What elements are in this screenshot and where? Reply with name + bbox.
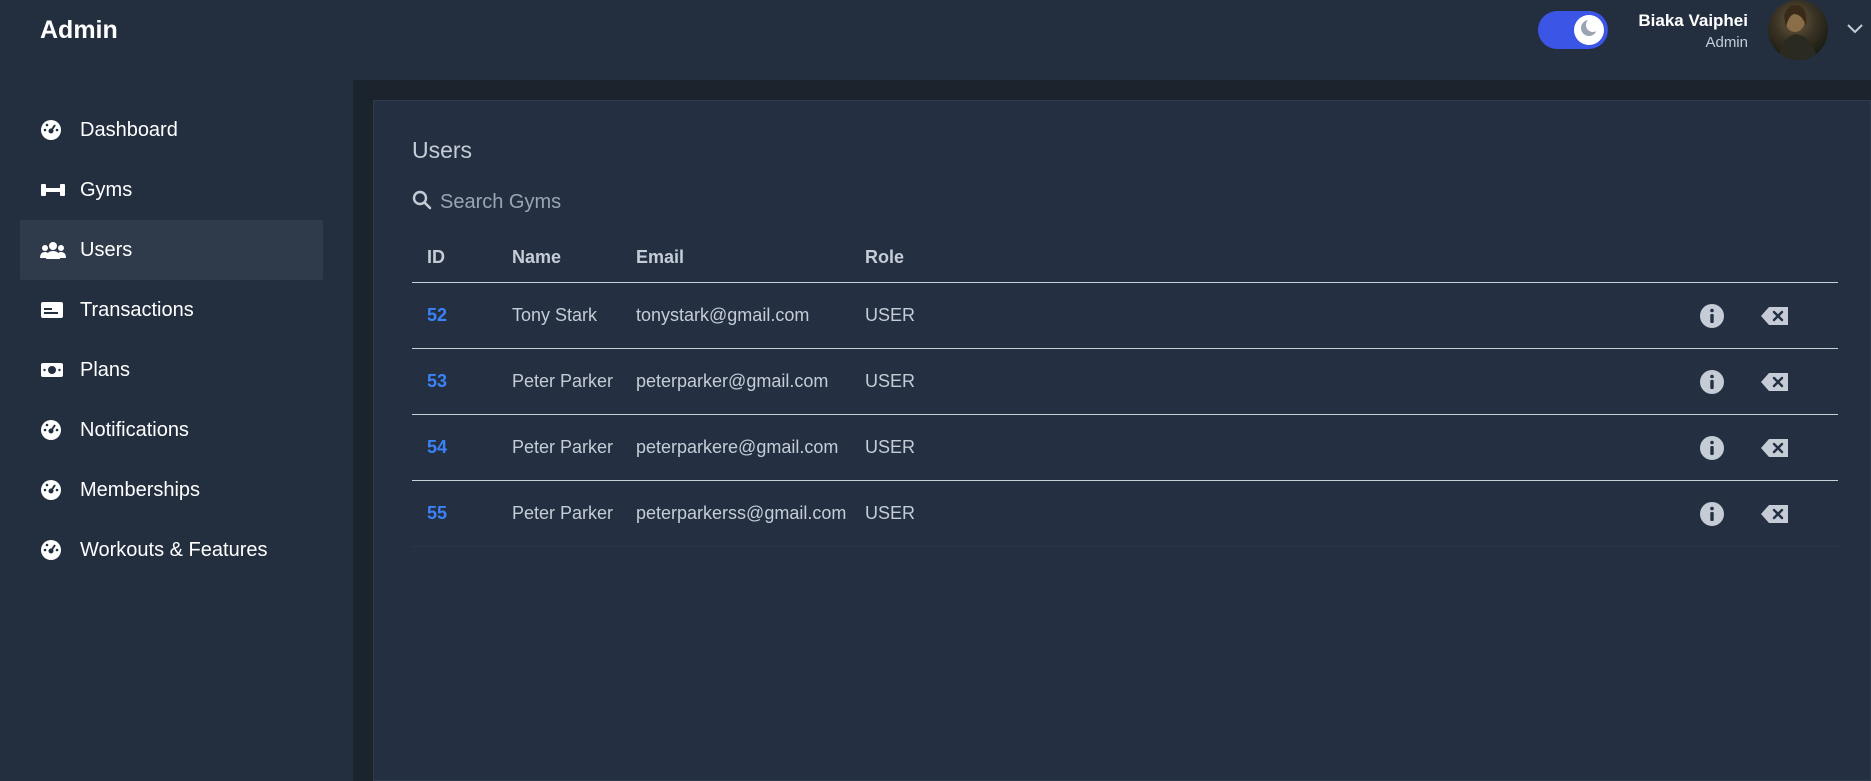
column-header-name[interactable]: Name (512, 247, 636, 268)
sidebar-item-label: Notifications (80, 418, 189, 441)
column-header-role[interactable]: Role (865, 247, 1065, 268)
user-email-cell: tonystark@gmail.com (636, 305, 810, 325)
money-icon (40, 359, 68, 381)
sidebar-item-label: Dashboard (80, 118, 178, 141)
table-row: 52 Tony Stark tonystark@gmail.com USER (412, 283, 1838, 349)
user-name-cell: Peter Parker (512, 503, 614, 523)
sidebar-item-gyms[interactable]: Gyms (20, 160, 323, 220)
info-icon[interactable] (1700, 370, 1724, 394)
sidebar-item-label: Gyms (80, 178, 133, 201)
column-header-email[interactable]: Email (636, 247, 865, 268)
chevron-down-icon[interactable] (1846, 22, 1864, 40)
delete-icon[interactable] (1760, 437, 1790, 459)
delete-icon[interactable] (1760, 371, 1790, 393)
user-role-cell: USER (865, 437, 916, 457)
dashboard-gauge-icon (40, 119, 68, 141)
sidebar-item-label: Plans (80, 358, 131, 381)
sidebar-item-plans[interactable]: Plans (20, 340, 323, 400)
user-role-cell: USER (865, 503, 916, 523)
sidebar-item-label: Memberships (80, 478, 201, 501)
user-id-link[interactable]: 55 (427, 503, 447, 523)
table-row: 54 Peter Parker peterparkere@gmail.com U… (412, 415, 1838, 481)
user-name-cell: Peter Parker (512, 437, 614, 457)
search-bar (412, 187, 812, 217)
dashboard-gauge-icon (40, 419, 68, 441)
user-role-cell: USER (865, 305, 916, 325)
page-title: Users (412, 137, 473, 163)
brand-title[interactable]: Admin (40, 16, 118, 45)
info-icon[interactable] (1700, 304, 1724, 328)
sidebar-item-label: Workouts & Features (80, 538, 268, 561)
search-icon (412, 190, 432, 215)
sidebar-item-workouts-features[interactable]: Workouts & Features (20, 520, 323, 580)
sidebar-item-dashboard[interactable]: Dashboard (20, 100, 323, 160)
table-row: 53 Peter Parker peterparker@gmail.com US… (412, 349, 1838, 415)
top-bar: Admin Biaka Vaiphei Admin (0, 0, 1871, 80)
main-panel: Users ID Name Email Role 52 Tony Stark t… (373, 100, 1871, 781)
info-icon[interactable] (1700, 436, 1724, 460)
user-name-cell: Tony Stark (512, 305, 598, 325)
theme-toggle[interactable] (1538, 11, 1608, 49)
users-table: ID Name Email Role 52 Tony Stark tonysta… (412, 233, 1838, 547)
user-id-link[interactable]: 52 (427, 305, 447, 325)
table-header: ID Name Email Role (412, 233, 1838, 283)
delete-icon[interactable] (1760, 503, 1790, 525)
dumbbell-icon (40, 179, 68, 201)
user-id-link[interactable]: 53 (427, 371, 447, 391)
user-role-cell: USER (865, 371, 916, 391)
sidebar-item-transactions[interactable]: Transactions (20, 280, 323, 340)
column-header-id[interactable]: ID (412, 247, 512, 268)
users-icon (40, 239, 68, 261)
delete-icon[interactable] (1760, 305, 1790, 327)
card-icon (40, 299, 68, 321)
user-name-cell: Peter Parker (512, 371, 614, 391)
user-role: Admin (1705, 34, 1748, 51)
toggle-knob (1574, 15, 1604, 45)
user-email-cell: peterparkere@gmail.com (636, 437, 839, 457)
sidebar-item-notifications[interactable]: Notifications (20, 400, 323, 460)
table-row: 55 Peter Parker peterparkerss@gmail.com … (412, 481, 1838, 547)
sidebar-item-users[interactable]: Users (20, 220, 323, 280)
user-email-cell: peterparker@gmail.com (636, 371, 829, 391)
dashboard-gauge-icon (40, 479, 68, 501)
dashboard-gauge-icon (40, 539, 68, 561)
user-id-link[interactable]: 54 (427, 437, 447, 457)
moon-icon (1579, 17, 1600, 43)
user-email-cell: peterparkerss@gmail.com (636, 503, 847, 523)
sidebar-item-memberships[interactable]: Memberships (20, 460, 323, 520)
sidebar-item-label: Users (80, 238, 133, 261)
sidebar-item-label: Transactions (80, 298, 194, 321)
sidebar: Dashboard Gyms Users Transactions Plans … (0, 80, 353, 781)
search-input[interactable] (440, 190, 800, 214)
info-icon[interactable] (1700, 502, 1724, 526)
avatar[interactable] (1768, 0, 1828, 60)
user-name[interactable]: Biaka Vaiphei (1638, 11, 1748, 31)
